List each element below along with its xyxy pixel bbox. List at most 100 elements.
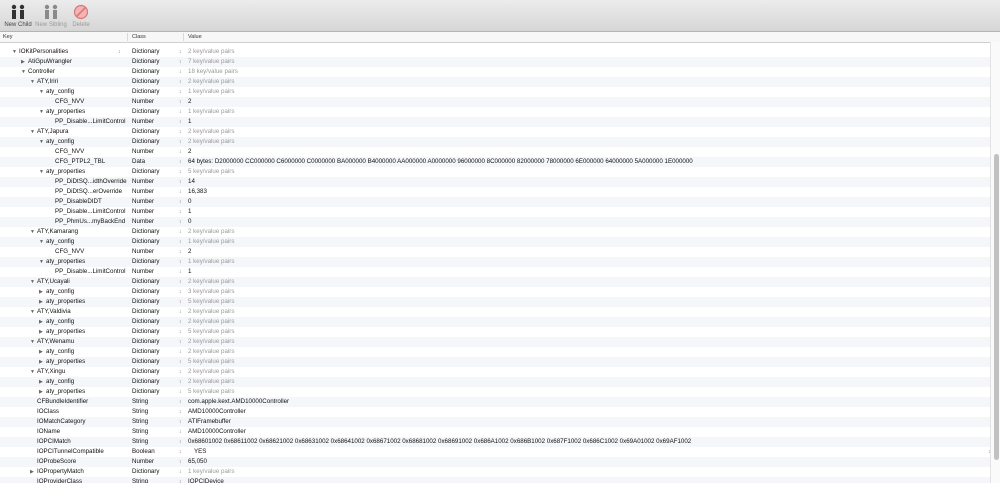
- class-stepper-icon[interactable]: ↕: [179, 337, 182, 347]
- row-class[interactable]: Dictionary: [132, 287, 160, 297]
- class-stepper-icon[interactable]: ↕: [179, 157, 182, 167]
- row-class[interactable]: Number: [132, 197, 154, 207]
- table-row[interactable]: PP_Disable...LimitControl Number ↕ 1: [0, 207, 990, 217]
- class-stepper-icon[interactable]: ↕: [179, 177, 182, 187]
- row-value[interactable]: 5 key/value pairs: [188, 387, 234, 397]
- row-value[interactable]: 2 key/value pairs: [188, 277, 234, 287]
- disclosure-triangle-open-icon[interactable]: ▼: [30, 367, 37, 377]
- row-value[interactable]: 2 key/value pairs: [188, 137, 234, 147]
- table-row[interactable]: ▼ aty_config Dictionary ↕ 1 key/value pairs: [0, 237, 990, 247]
- table-row[interactable]: PP_Disable...LimitControl Number ↕ 1: [0, 267, 990, 277]
- table-row[interactable]: ▼ aty_config Dictionary ↕ 2 key/value pairs: [0, 137, 990, 147]
- row-value[interactable]: 2: [188, 97, 191, 107]
- class-stepper-icon[interactable]: ↕: [179, 237, 182, 247]
- class-stepper-icon[interactable]: ↕: [179, 417, 182, 427]
- class-stepper-icon[interactable]: ↕: [179, 127, 182, 137]
- table-row[interactable]: ▶ AtiGpuWrangler Dictionary ↕ 7 key/value pa…: [0, 57, 990, 67]
- table-row[interactable]: PP_Disable...LimitControl Number ↕ 1: [0, 117, 990, 127]
- row-class[interactable]: Dictionary: [132, 337, 160, 347]
- table-row[interactable]: ▼ ATY,Wenamu Dictionary ↕ 2 key/value pairs: [0, 337, 990, 347]
- row-value[interactable]: 5 key/value pairs: [188, 357, 234, 367]
- row-class[interactable]: Dictionary: [132, 77, 160, 87]
- class-stepper-icon[interactable]: ↕: [179, 317, 182, 327]
- disclosure-triangle-open-icon[interactable]: ▼: [30, 227, 37, 237]
- table-row[interactable]: ▼ aty_properties Dictionary ↕ 1 key/value pa…: [0, 107, 990, 117]
- new-child-button[interactable]: New Child: [3, 3, 33, 30]
- class-stepper-icon[interactable]: ↕: [179, 147, 182, 157]
- table-row[interactable]: ▼ Controller Dictionary ↕ 18 key/value pairs: [0, 67, 990, 77]
- disclosure-triangle-closed-icon[interactable]: ▶: [39, 317, 46, 327]
- row-value[interactable]: 2 key/value pairs: [188, 317, 234, 327]
- row-value[interactable]: 2 key/value pairs: [188, 307, 234, 317]
- class-stepper-icon[interactable]: ↕: [179, 397, 182, 407]
- row-value[interactable]: 2 key/value pairs: [188, 77, 234, 87]
- column-header-key[interactable]: Key: [3, 33, 12, 41]
- row-class[interactable]: Number: [132, 267, 154, 277]
- row-value[interactable]: YES: [194, 447, 206, 457]
- class-stepper-icon[interactable]: ↕: [179, 367, 182, 377]
- table-row[interactable]: ▶ aty_config Dictionary ↕ 2 key/value pairs: [0, 377, 990, 387]
- row-value[interactable]: 1 key/value pairs: [188, 87, 234, 97]
- row-value[interactable]: 64 bytes: D2000000 CC000000 C6000000 C00…: [188, 157, 693, 167]
- row-class[interactable]: Dictionary: [132, 107, 160, 117]
- row-class[interactable]: Number: [132, 147, 154, 157]
- table-row[interactable]: ▶ IOPropertyMatch Dictionary ↕ 1 key/value p…: [0, 467, 990, 477]
- table-row[interactable]: ▶ aty_properties Dictionary ↕ 5 key/value pa…: [0, 357, 990, 367]
- disclosure-triangle-closed-icon[interactable]: ▶: [39, 327, 46, 337]
- class-stepper-icon[interactable]: ↕: [179, 107, 182, 117]
- row-value[interactable]: 7 key/value pairs: [188, 57, 234, 67]
- scroll-thumb[interactable]: [994, 154, 999, 460]
- table-row[interactable]: ▼ ATY,Xingu Dictionary ↕ 2 key/value pairs: [0, 367, 990, 377]
- class-stepper-icon[interactable]: ↕: [179, 377, 182, 387]
- column-divider[interactable]: [183, 33, 184, 41]
- row-class[interactable]: Dictionary: [132, 387, 160, 397]
- row-value[interactable]: 1 key/value pairs: [188, 467, 234, 477]
- disclosure-triangle-open-icon[interactable]: ▼: [39, 237, 46, 247]
- class-stepper-icon[interactable]: ↕: [179, 167, 182, 177]
- table-row[interactable]: ▼ ATY,Japura Dictionary ↕ 2 key/value pairs: [0, 127, 990, 137]
- table-row[interactable]: ▶ aty_config Dictionary ↕ 2 key/value pairs: [0, 347, 990, 357]
- row-value[interactable]: 0: [188, 217, 191, 227]
- disclosure-triangle-open-icon[interactable]: ▼: [21, 67, 28, 77]
- row-class[interactable]: Number: [132, 247, 154, 257]
- row-class[interactable]: String: [132, 427, 148, 437]
- table-row[interactable]: PP_DisableDIDT Number ↕ 0: [0, 197, 990, 207]
- row-class[interactable]: Dictionary: [132, 67, 160, 77]
- new-sibling-button[interactable]: New Sibling: [35, 3, 67, 30]
- row-value[interactable]: 3 key/value pairs: [188, 287, 234, 297]
- row-class[interactable]: String: [132, 417, 148, 427]
- row-class[interactable]: Dictionary: [132, 377, 160, 387]
- class-stepper-icon[interactable]: ↕: [179, 277, 182, 287]
- class-stepper-icon[interactable]: ↕: [179, 137, 182, 147]
- disclosure-triangle-closed-icon[interactable]: ▶: [39, 387, 46, 397]
- table-row[interactable]: ▼ ATY,Valdivia Dictionary ↕ 2 key/value pair…: [0, 307, 990, 317]
- class-stepper-icon[interactable]: ↕: [179, 77, 182, 87]
- row-value[interactable]: 0: [188, 197, 191, 207]
- class-stepper-icon[interactable]: ↕: [179, 57, 182, 67]
- key-stepper-icon[interactable]: ↕: [118, 47, 121, 57]
- row-value[interactable]: 1: [188, 207, 191, 217]
- disclosure-triangle-open-icon[interactable]: ▼: [30, 337, 37, 347]
- row-value[interactable]: 2 key/value pairs: [188, 377, 234, 387]
- table-row[interactable]: PP_PhmUs...myBackEnd Number ↕ 0: [0, 217, 990, 227]
- class-stepper-icon[interactable]: ↕: [179, 357, 182, 367]
- column-divider[interactable]: [127, 33, 128, 41]
- row-value[interactable]: 2 key/value pairs: [188, 367, 234, 377]
- class-stepper-icon[interactable]: ↕: [179, 257, 182, 267]
- row-class[interactable]: Dictionary: [132, 277, 160, 287]
- table-row[interactable]: PP_DiDtSQ...erOverride Number ↕ 16,383: [0, 187, 990, 197]
- disclosure-triangle-closed-icon[interactable]: ▶: [39, 357, 46, 367]
- class-stepper-icon[interactable]: ↕: [179, 117, 182, 127]
- row-value[interactable]: 1 key/value pairs: [188, 257, 234, 267]
- table-row[interactable]: ▼ IOKitPersonalities ↕ Dictionary ↕ 2 key/val…: [0, 47, 990, 57]
- table-row[interactable]: IOClass String ↕ AMD10000Controller: [0, 407, 990, 417]
- disclosure-triangle-open-icon[interactable]: ▼: [30, 307, 37, 317]
- class-stepper-icon[interactable]: ↕: [179, 87, 182, 97]
- table-row[interactable]: CFG_NVV Number ↕ 2: [0, 147, 990, 157]
- disclosure-triangle-open-icon[interactable]: ▼: [30, 77, 37, 87]
- row-value[interactable]: 5 key/value pairs: [188, 327, 234, 337]
- delete-button[interactable]: Delete: [70, 3, 92, 30]
- table-row[interactable]: ▼ aty_config Dictionary ↕ 1 key/value pairs: [0, 87, 990, 97]
- row-class[interactable]: Dictionary: [132, 237, 160, 247]
- row-class[interactable]: Dictionary: [132, 57, 160, 67]
